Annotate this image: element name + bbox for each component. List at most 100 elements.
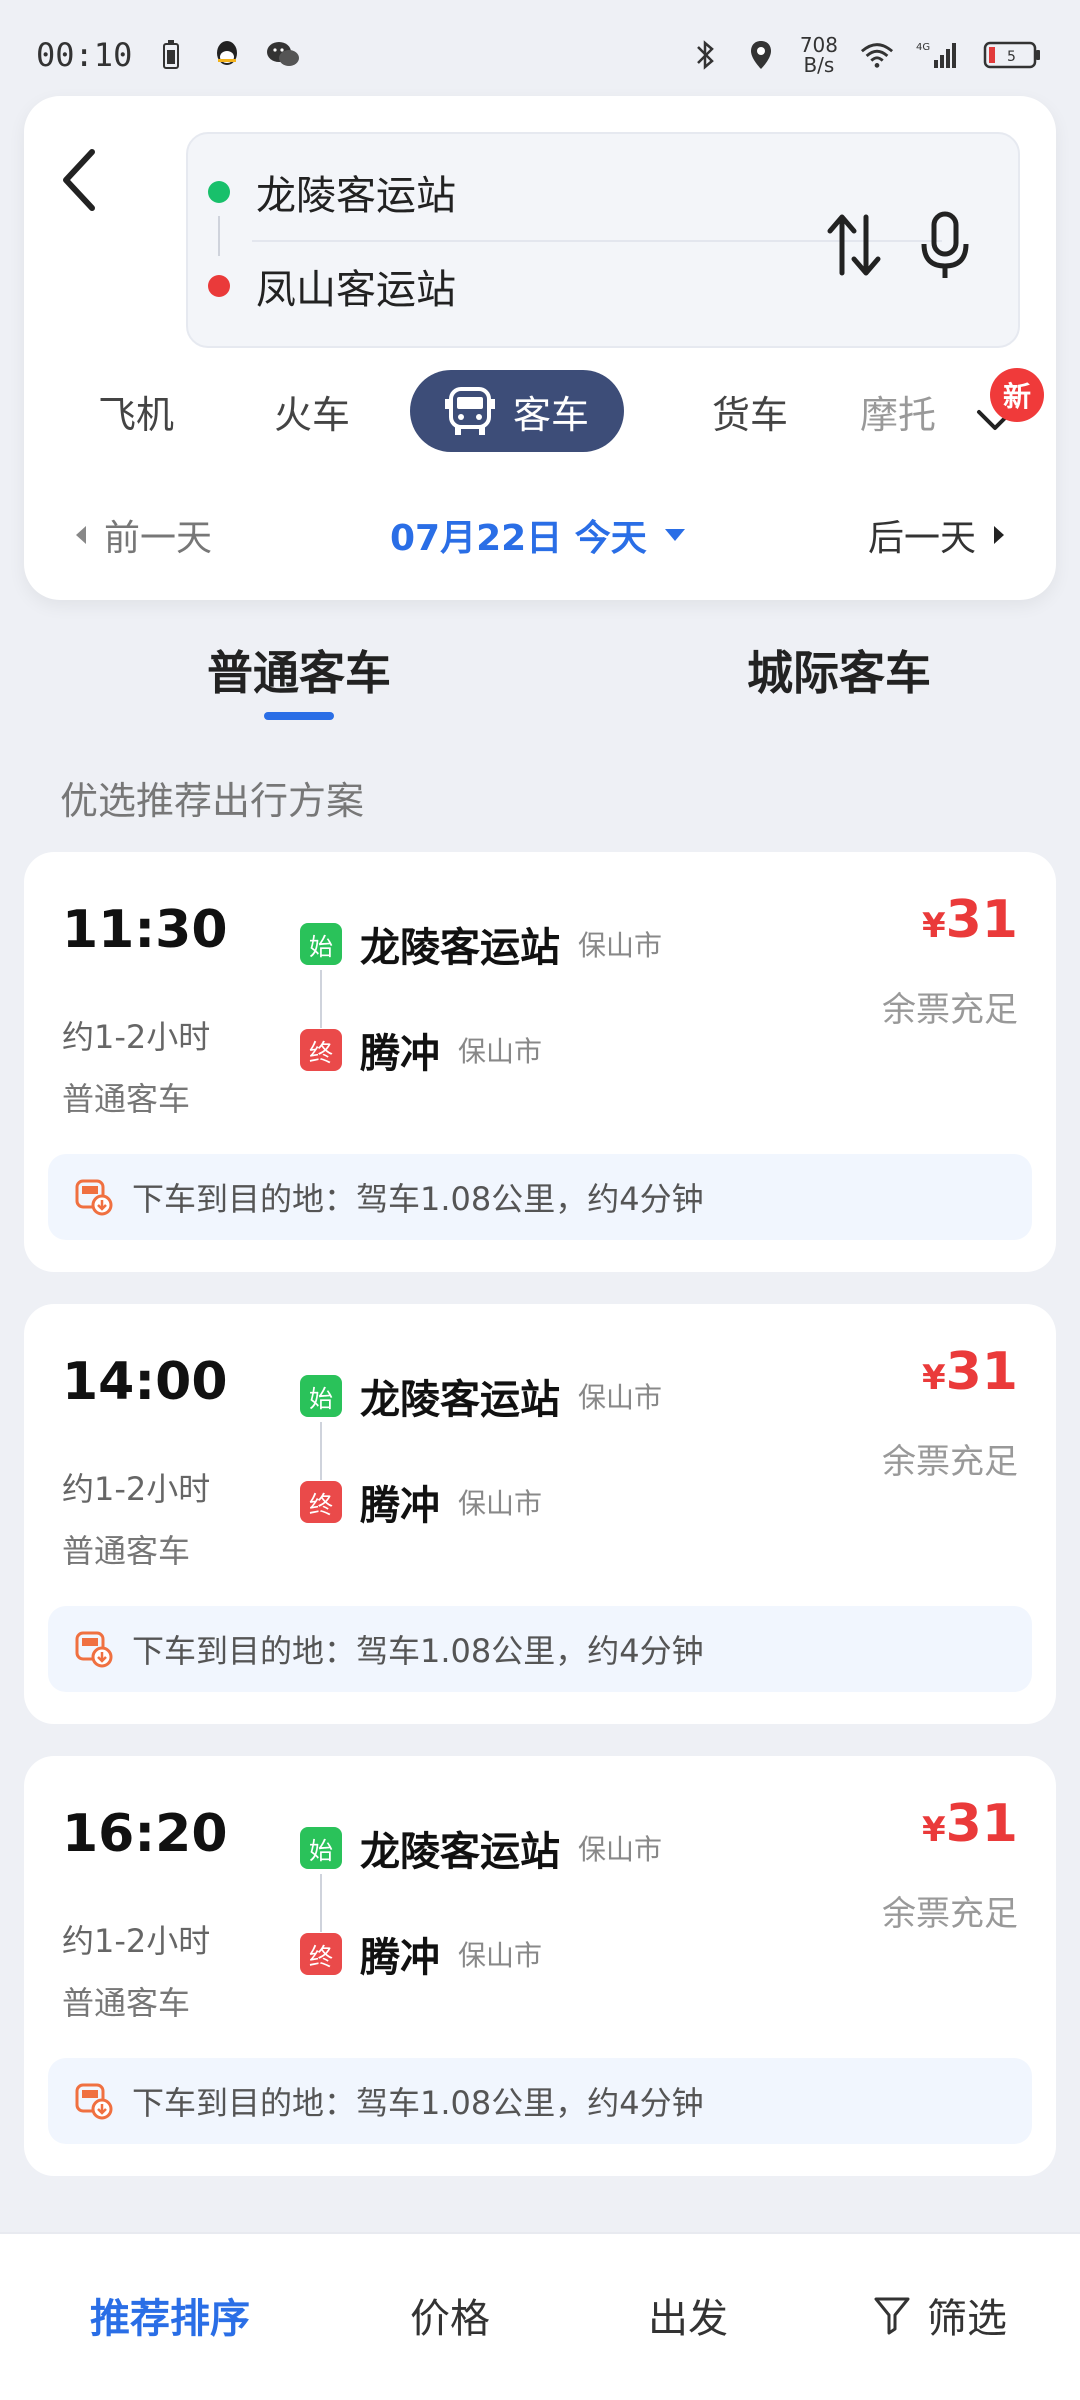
start-badge: 始 [300,1375,342,1417]
tab-truck-label: 货车 [711,392,788,437]
arrival-tip: 下车到目的地：驾车1.08公里，约4分钟 [48,2058,1032,2144]
arrival-tip-text: 下车到目的地：驾车1.08公里，约4分钟 [132,1632,704,1670]
trip-price: ¥31 [922,890,1018,950]
wechat-icon [266,38,300,72]
stop-connector [320,970,322,1028]
sort-departure[interactable]: 出发 [618,2280,758,2350]
bus-arrival-icon [75,2083,113,2120]
start-badge: 始 [300,1827,342,1869]
tab-truck[interactable]: 货车 [690,370,810,452]
bus-icon [444,387,495,435]
origin-field[interactable]: 龙陵客运站 [208,152,456,232]
bus-type: 普通客车 [62,1984,191,2022]
arrival-tip-text: 下车到目的地：驾车1.08公里，约4分钟 [132,1180,704,1218]
bus-type-tabs: 普通客车 城际客车 [0,630,1080,730]
tab-train[interactable]: 火车 [252,370,372,452]
start-badge: 始 [300,923,342,965]
start-stop: 始 龙陵客运站 保山市 [300,922,663,971]
triangle-left-icon [76,526,86,544]
sort-recommended[interactable]: 推荐排序 [70,2280,270,2350]
trip-duration: 约1-2小时 [62,1018,211,1056]
end-stop: 终 腾冲 保山市 [300,1932,543,1981]
date-bar: 前一天 07月22日 今天 后一天 [24,500,1056,570]
start-station: 龙陵客运站 [360,1829,560,1875]
end-badge: 终 [300,1029,342,1071]
stop-connector [320,1422,322,1480]
trip-card[interactable]: 16:20 约1-2小时 普通客车 始 龙陵客运站 保山市 终 腾冲 保山市 ¥… [24,1756,1056,2176]
sort-recommended-label: 推荐排序 [90,2296,250,2342]
start-station: 龙陵客运站 [360,925,560,971]
back-button[interactable] [50,140,110,220]
tab-bus[interactable]: 客车 [410,370,624,452]
current-date: 07月22日 今天 [390,518,647,559]
tab-flight[interactable]: 飞机 [76,370,196,452]
departure-time: 11:30 [62,900,228,960]
battery-icon: 5 [982,38,1044,72]
end-city: 保山市 [458,1939,543,1972]
end-city: 保山市 [458,1035,543,1068]
ticket-status: 余票充足 [882,1442,1018,1482]
end-station: 腾冲 [360,1935,440,1981]
status-bar: 00:10 708 B/s 4G 5 [0,0,1080,110]
trip-card[interactable]: 11:30 约1-2小时 普通客车 始 龙陵客运站 保山市 终 腾冲 保山市 ¥… [24,852,1056,1272]
price-value: 31 [945,890,1018,950]
destination-dot-icon [208,275,230,297]
sort-price[interactable]: 价格 [380,2280,520,2350]
net-speed-value: 708 [799,33,838,57]
price-value: 31 [945,1794,1018,1854]
active-tab-underline [264,712,334,720]
sort-price-label: 价格 [410,2296,490,2342]
battery-saver-icon [154,38,188,72]
bluetooth-icon [688,38,722,72]
voice-input-button[interactable] [912,206,978,286]
section-title: 优选推荐出行方案 [60,779,365,823]
ticket-status: 余票充足 [882,990,1018,1030]
net-speed: 708 B/s [800,35,838,75]
departure-time: 16:20 [62,1804,228,1864]
status-left: 00:10 [36,36,300,74]
tab-motorcycle[interactable]: 摩托 [860,370,960,452]
end-badge: 终 [300,1481,342,1523]
tab-regular-bus[interactable]: 普通客车 [194,630,404,710]
start-city: 保山市 [578,929,663,962]
bus-arrival-icon [75,1631,113,1668]
sort-departure-label: 出发 [648,2296,728,2342]
new-badge: 新 [990,368,1044,422]
price-value: 31 [945,1342,1018,1402]
sort-bar: 推荐排序 价格 出发 筛选 [0,2232,1080,2400]
prev-day-button[interactable]: 前一天 [74,500,212,570]
destination-field[interactable]: 凤山客运站 [208,246,456,326]
wifi-icon [860,38,894,72]
tab-motorcycle-label: 摩托 [860,392,937,437]
filter-button[interactable]: 筛选 [860,2280,1020,2350]
svg-text:4G: 4G [916,42,930,53]
tab-regular-bus-label: 普通客车 [207,646,391,700]
end-station: 腾冲 [360,1031,440,1077]
trip-price: ¥31 [922,1342,1018,1402]
tab-intercity-bus[interactable]: 城际客车 [734,630,944,710]
end-stop: 终 腾冲 保山市 [300,1480,542,1529]
destination-station: 凤山客运站 [256,267,456,313]
currency-symbol: ¥ [921,1810,946,1850]
trip-card[interactable]: 14:00 约1-2小时 普通客车 始 龙陵客运站 保山市 终 腾冲 保山市 ¥… [24,1304,1056,1724]
arrival-tip-text: 下车到目的地：驾车1.08公里，约4分钟 [132,2084,704,2122]
start-station: 龙陵客运站 [360,1377,560,1423]
ticket-status: 余票充足 [882,1894,1018,1934]
stop-connector [320,1874,322,1932]
arrival-tip: 下车到目的地：驾车1.08公里，约4分钟 [48,1154,1032,1240]
arrival-tip: 下车到目的地：驾车1.08公里，约4分钟 [48,1606,1032,1692]
next-day-button[interactable]: 后一天 [868,500,1006,570]
date-picker[interactable]: 07月22日 今天 [390,500,687,570]
trip-duration: 约1-2小时 [62,1470,211,1508]
route-input-box[interactable]: 龙陵客运站 凤山客运站 [186,132,1020,348]
bus-arrival-icon [75,1179,113,1216]
status-right: 708 B/s 4G 5 [688,35,1044,75]
tab-train-label: 火车 [273,392,350,437]
start-stop: 始 龙陵客运站 保山市 [300,1826,662,1875]
currency-symbol: ¥ [921,1358,946,1398]
end-stop: 终 腾冲 保山市 [300,1028,543,1077]
location-icon [744,38,778,72]
prev-day-label: 前一天 [104,518,213,559]
end-station: 腾冲 [360,1483,440,1529]
swap-route-button[interactable] [824,210,884,280]
